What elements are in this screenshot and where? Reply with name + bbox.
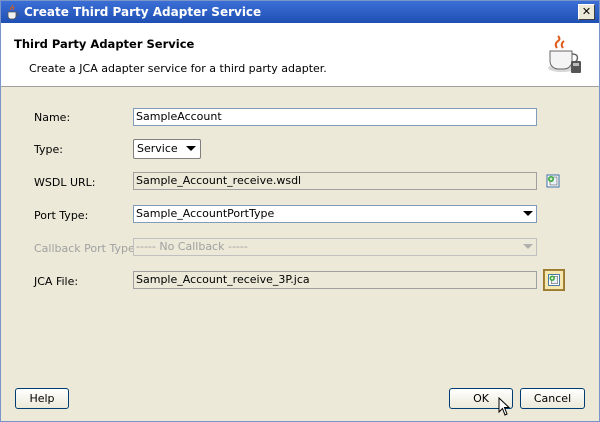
callback-port-type-dropdown: ----- No Callback ----- <box>133 238 537 256</box>
browse-icon[interactable] <box>544 172 562 190</box>
browse-icon[interactable] <box>543 269 565 291</box>
header-title: Third Party Adapter Service <box>14 37 195 51</box>
chevron-down-icon <box>523 211 533 216</box>
chevron-down-icon <box>186 146 196 151</box>
callback-port-type-value: ----- No Callback ----- <box>136 240 248 253</box>
jca-file-field[interactable]: Sample_Account_receive_3P.jca <box>133 271 537 289</box>
type-value: Service <box>137 142 178 155</box>
mouse-pointer-icon <box>498 397 511 416</box>
window-title: Create Third Party Adapter Service <box>24 5 262 19</box>
title-bar[interactable]: Create Third Party Adapter Service ✕ <box>1 1 599 23</box>
close-button[interactable]: ✕ <box>578 4 595 20</box>
header-panel: Third Party Adapter Service Create a JCA… <box>1 23 599 87</box>
port-type-label: Port Type: <box>34 209 89 222</box>
java-cup-icon <box>7 4 19 20</box>
close-icon: ✕ <box>581 5 592 18</box>
dialog-window: Create Third Party Adapter Service ✕ Thi… <box>0 0 600 422</box>
chevron-down-icon <box>523 244 533 249</box>
jca-file-label: JCA File: <box>34 275 79 288</box>
wsdl-url-field[interactable]: Sample_Account_receive.wsdl <box>133 172 537 190</box>
callback-port-type-label: Callback Port Type: <box>34 242 139 255</box>
name-input[interactable]: SampleAccount <box>133 108 537 126</box>
port-type-value: Sample_AccountPortType <box>136 207 275 220</box>
adapter-cup-icon <box>548 35 581 73</box>
help-button[interactable]: Help <box>15 388 69 409</box>
type-label: Type: <box>34 143 63 156</box>
header-description: Create a JCA adapter service for a third… <box>29 62 327 75</box>
port-type-dropdown[interactable]: Sample_AccountPortType <box>133 205 537 223</box>
cancel-button[interactable]: Cancel <box>520 388 585 409</box>
name-label: Name: <box>34 111 71 124</box>
type-dropdown[interactable]: Service <box>133 139 201 159</box>
wsdl-url-label: WSDL URL: <box>34 176 96 189</box>
